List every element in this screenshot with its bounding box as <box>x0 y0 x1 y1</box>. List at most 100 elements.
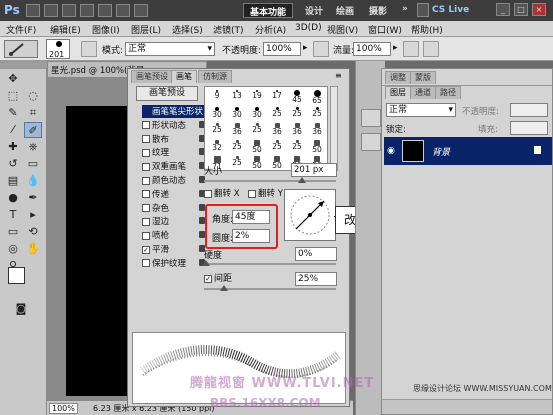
healing-brush-tool-icon[interactable]: ✚ <box>4 139 22 155</box>
clone-stamp-tool-icon[interactable]: ⎈ <box>24 139 42 155</box>
spacing-checkbox[interactable]: ✓ 间距 <box>204 271 232 284</box>
brush-tip-cell[interactable]: 13 <box>228 89 246 105</box>
tip-grid-scrollbar[interactable] <box>330 86 338 171</box>
tab-paths[interactable]: 路径 <box>435 86 461 99</box>
tab-layers[interactable]: 图层 <box>385 86 411 99</box>
zoom-tool-icon[interactable] <box>98 4 112 17</box>
brush-preset-picker[interactable]: 201 <box>46 39 70 59</box>
brush-tip-cell[interactable]: 25 <box>308 106 326 122</box>
brush-option-1[interactable]: 形状动态 <box>142 119 205 132</box>
brush-option-checkbox[interactable] <box>142 135 150 144</box>
brush-tip-cell[interactable]: 25 <box>268 106 286 122</box>
brush-presets-button[interactable]: 画笔预设 <box>136 86 198 101</box>
bridge-icon[interactable] <box>26 4 40 17</box>
angle-preview-widget[interactable] <box>284 189 336 241</box>
pen-tool-icon[interactable]: ✒ <box>24 190 42 206</box>
brush-option-4[interactable]: 双重画笔 <box>142 160 205 173</box>
brush-option-11[interactable]: 保护纹理 <box>142 257 205 270</box>
roundness-input[interactable]: 2% <box>232 229 270 243</box>
toggle-brush-panel-icon[interactable] <box>81 41 97 57</box>
hand-tool-icon-2[interactable]: ✋ <box>24 241 42 257</box>
brush-option-checkbox[interactable] <box>142 190 150 199</box>
flip-x-checkbox[interactable]: 翻转 X <box>204 187 240 199</box>
fill-input[interactable] <box>510 121 548 135</box>
menu-3d[interactable]: 3D(D) <box>295 23 322 33</box>
size-slider-track[interactable] <box>204 180 336 182</box>
brush-panel-icon[interactable] <box>361 109 381 127</box>
brush-tip-cell[interactable]: 25 <box>208 122 226 138</box>
3d-rotate-tool-icon[interactable]: ⟲ <box>24 224 42 240</box>
brush-tip-cell[interactable]: 32 <box>208 139 226 155</box>
brush-tip-cell[interactable]: 25 <box>288 106 306 122</box>
minibridge-icon[interactable] <box>44 4 58 17</box>
brush-option-5[interactable]: 颜色动态 <box>142 174 205 187</box>
menu-select[interactable]: 选择(S) <box>172 23 203 36</box>
crop-tool-icon[interactable]: ⌗ <box>24 105 42 121</box>
menu-file[interactable]: 文件(F) <box>6 23 36 36</box>
dodge-tool-icon[interactable]: ● <box>4 190 22 206</box>
brush-option-2[interactable]: 散布 <box>142 133 205 146</box>
brush-tip-cell[interactable]: 25 <box>248 122 266 138</box>
brush-tip-cell[interactable]: 17 <box>268 89 286 105</box>
3d-orbit-tool-icon[interactable]: ◎ <box>4 241 22 257</box>
brush-tip-cell[interactable]: 30 <box>248 106 266 122</box>
brush-option-checkbox[interactable] <box>142 204 150 213</box>
eye-icon[interactable]: ◉ <box>387 146 395 156</box>
brush-option-10[interactable]: ✓ 平滑 <box>142 243 205 256</box>
tab-brush[interactable]: 画笔 <box>171 70 197 83</box>
size-input[interactable]: 201 px <box>291 163 337 177</box>
tab-channels[interactable]: 通道 <box>410 86 436 99</box>
move-tool-icon[interactable]: ✥ <box>4 71 22 87</box>
brush-option-6[interactable]: 传递 <box>142 188 205 201</box>
history-brush-tool-icon[interactable]: ↺ <box>4 156 22 172</box>
brush-tip-cell[interactable]: 50 <box>248 139 266 155</box>
layer-opacity-input[interactable] <box>510 103 548 117</box>
brush-tip-cell[interactable]: 25 <box>268 139 286 155</box>
search-icon[interactable] <box>417 3 429 17</box>
brush-option-checkbox[interactable] <box>142 259 150 268</box>
maximize-button[interactable]: □ <box>514 3 528 16</box>
eraser-tool-icon[interactable]: ▭ <box>24 156 42 172</box>
workspace-more-button[interactable]: » <box>396 3 414 18</box>
brush-tip-cell[interactable]: 36 <box>268 122 286 138</box>
shape-tool-icon[interactable]: ▭ <box>4 224 22 240</box>
brush-tip-cell[interactable]: 50 <box>248 155 266 171</box>
brush-tip-cell[interactable]: 25 <box>288 139 306 155</box>
menu-layer[interactable]: 图层(L) <box>131 23 161 36</box>
eyedropper-tool-icon[interactable]: ⁄ <box>4 122 22 138</box>
zoom-level-icon[interactable] <box>62 4 76 17</box>
menu-filter[interactable]: 滤镜(T) <box>213 23 244 36</box>
flow-input[interactable]: 100% <box>353 42 391 56</box>
brush-tool-icon[interactable] <box>4 40 38 58</box>
brush-tip-cell[interactable]: 30 <box>228 106 246 122</box>
layer-row-background[interactable]: ◉ 背景 <box>384 137 552 165</box>
brush-tool-selected-icon[interactable]: ✐ <box>24 122 42 138</box>
brush-tip-cell[interactable]: 45 <box>288 89 306 105</box>
brush-option-checkbox[interactable] <box>142 162 150 171</box>
hardness-slider-track[interactable] <box>204 263 336 265</box>
tab-adjustments[interactable]: 调整 <box>385 71 411 84</box>
brush-option-8[interactable]: 湿边 <box>142 215 205 228</box>
brush-option-9[interactable]: 喷枪 <box>142 229 205 242</box>
brush-tip-grid[interactable]: 9 13 19 17 45 65 30 30 30 25 25 25 25 36 25 36 36 36 32 25 5… <box>204 86 328 171</box>
menu-help[interactable]: 帮助(H) <box>411 23 443 36</box>
lasso-tool-icon[interactable]: ◌ <box>24 88 42 104</box>
pressure-size-icon[interactable] <box>423 41 439 57</box>
brush-tip-cell[interactable]: 36 <box>228 122 246 138</box>
spacing-slider-thumb[interactable] <box>220 285 228 291</box>
brush-option-checkbox[interactable] <box>142 121 150 130</box>
opacity-input[interactable]: 100% <box>263 42 301 56</box>
minimize-button[interactable]: _ <box>496 3 510 16</box>
brush-option-3[interactable]: 纹理 <box>142 146 205 159</box>
tools-panel-header[interactable] <box>0 61 47 69</box>
angle-input[interactable]: 45度 <box>232 210 270 224</box>
panel-menu-icon[interactable]: ≡ <box>335 71 342 80</box>
brush-option-checkbox[interactable] <box>142 176 150 185</box>
quick-mask-icon[interactable]: ◙ <box>12 301 30 317</box>
zoom-readout[interactable]: 100% <box>49 403 78 414</box>
menu-edit[interactable]: 编辑(E) <box>50 23 81 36</box>
brush-tip-cell[interactable]: 50 <box>268 155 286 171</box>
workspace-painting[interactable]: 绘画 <box>330 3 360 18</box>
arrange-documents-icon[interactable] <box>116 4 130 17</box>
hardness-slider-thumb[interactable] <box>202 260 210 266</box>
